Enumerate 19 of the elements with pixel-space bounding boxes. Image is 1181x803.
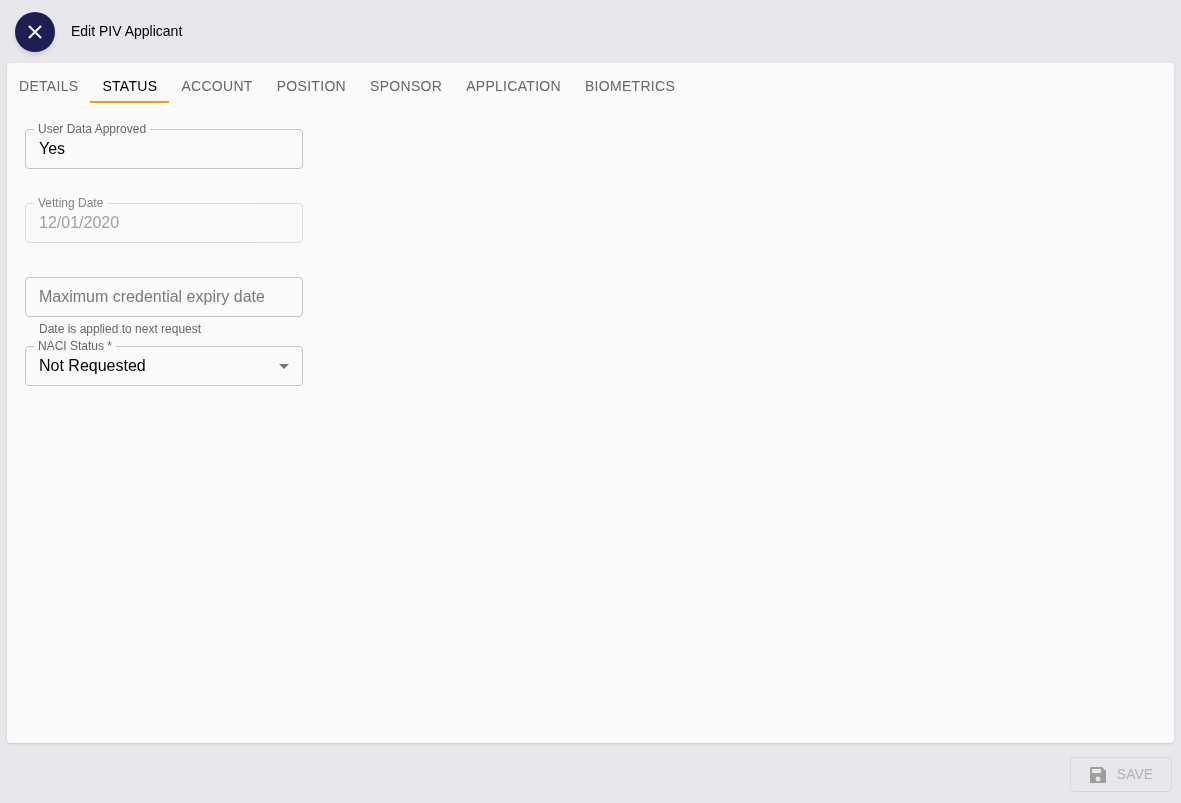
- tab[interactable]: POSITION: [264, 63, 358, 103]
- close-button[interactable]: [15, 11, 55, 52]
- tab[interactable]: ACCOUNT: [169, 63, 265, 103]
- tab[interactable]: BIOMETRICS: [572, 63, 688, 103]
- tab[interactable]: APPLICATION: [454, 63, 573, 103]
- field-label: NACI Status *: [34, 339, 117, 353]
- dialog-title: Edit PIV Applicant: [71, 22, 183, 41]
- field-label: Vetting Date: [34, 196, 108, 210]
- helper-text: Date is applied to next request: [39, 322, 203, 336]
- field-value: Yes: [39, 139, 67, 159]
- caret-icon: [279, 363, 289, 369]
- input-field[interactable]: Maximum credential expiry date: [25, 277, 303, 317]
- field-label: User Data Approved: [34, 122, 151, 136]
- field-value: Not Requested: [39, 356, 147, 376]
- field-value: 12/01/2020: [39, 213, 121, 233]
- tab[interactable]: SPONSOR: [358, 63, 455, 103]
- tab[interactable]: DETAILS: [7, 63, 91, 103]
- tab[interactable]: STATUS: [90, 63, 170, 103]
- close-icon: [28, 24, 42, 39]
